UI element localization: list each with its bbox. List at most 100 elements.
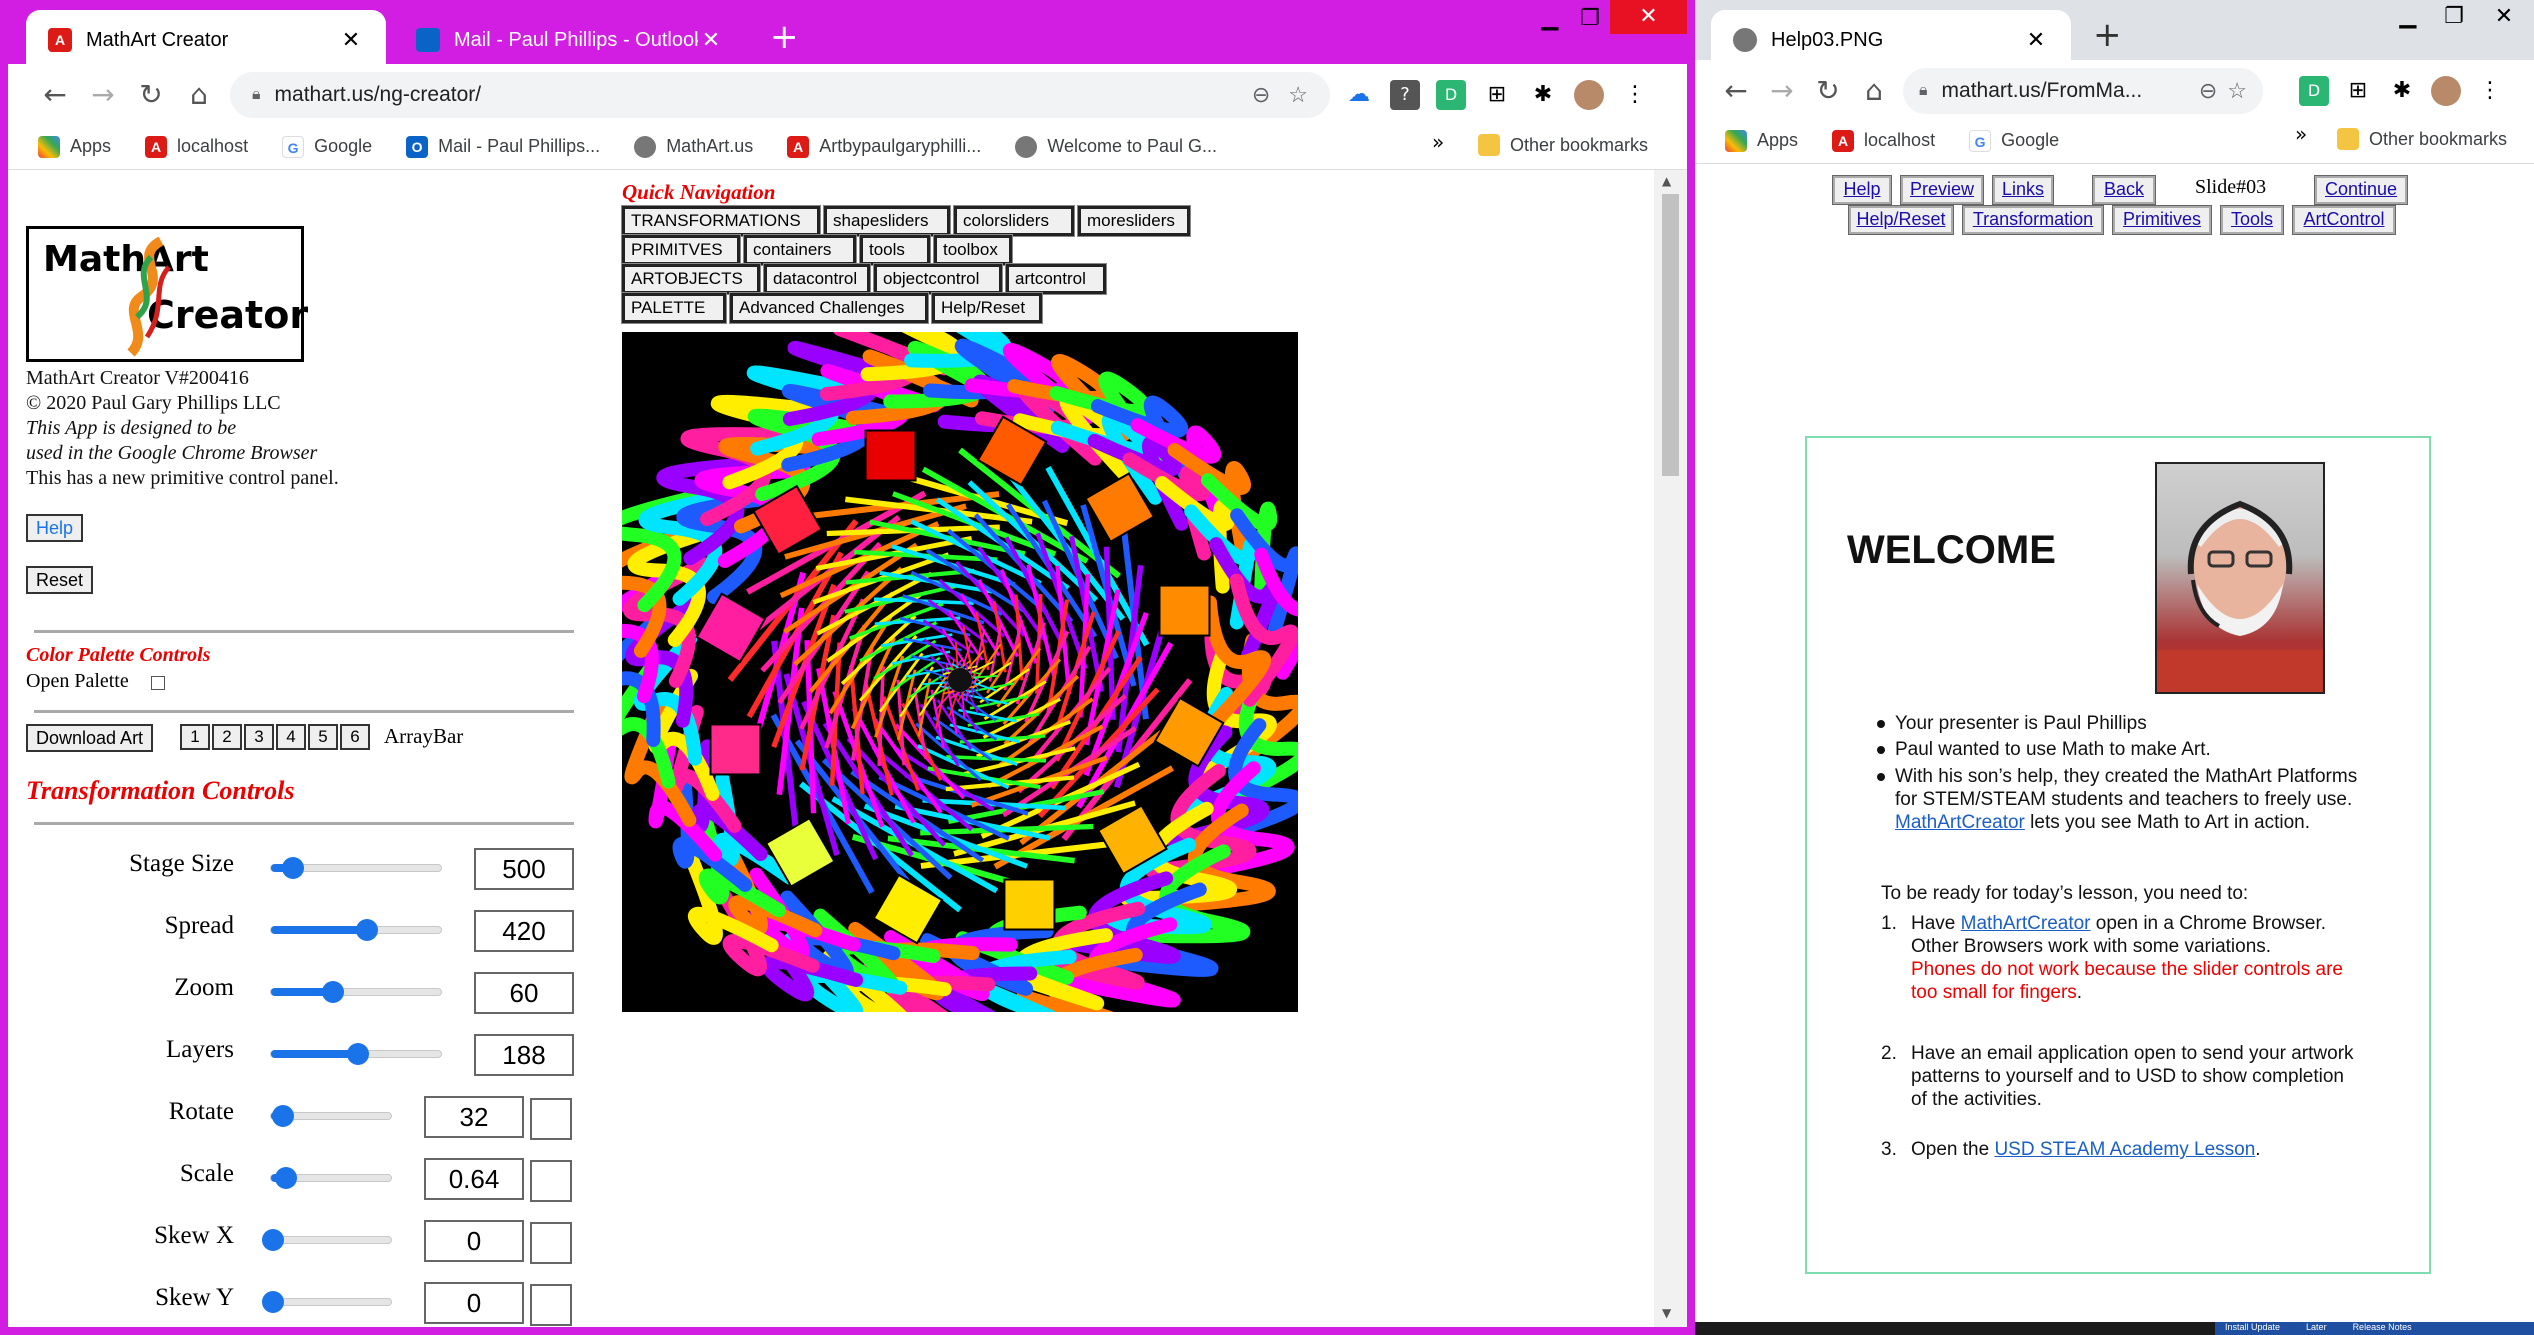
close-window-button[interactable]: ✕ [1610, 0, 1687, 34]
bookmark-artbypaul[interactable]: A Artbypaulgaryphilli... [787, 135, 981, 158]
quick-nav-button[interactable]: colorsliders [953, 205, 1075, 237]
bookmark-localhost[interactable]: Alocalhost [1832, 129, 1935, 152]
mathartcreator-link[interactable]: MathArtCreator [1895, 812, 2025, 833]
scroll-down-icon[interactable]: ▼ [1662, 1306, 1671, 1320]
slider-extra-input[interactable] [530, 1222, 572, 1264]
d-extension-icon[interactable]: D [2299, 76, 2329, 106]
tab-mathart-creator[interactable]: A MathArt Creator ✕ [26, 10, 386, 70]
maximize-button[interactable]: ❐ [1570, 2, 1610, 36]
slider-track[interactable] [270, 1105, 392, 1127]
maximize-button[interactable]: ❐ [2431, 0, 2477, 34]
capture-extension-icon[interactable]: ⊞ [2343, 76, 2373, 106]
address-bar[interactable]: 🔒︎ mathart.us/FromMa... ⊖ ☆ [1903, 68, 2263, 114]
zoom-icon[interactable]: ⊖ [1252, 82, 1270, 108]
scrollbar-thumb[interactable] [1662, 194, 1679, 476]
link-help[interactable]: Help [1832, 175, 1892, 205]
link-back[interactable]: Back [2092, 175, 2156, 205]
slider-thumb[interactable] [275, 1167, 298, 1189]
quick-nav-button[interactable]: PALETTE [621, 292, 727, 324]
slider-extra-input[interactable] [530, 1160, 572, 1202]
quick-nav-button[interactable]: objectcontrol [873, 263, 1003, 295]
quick-nav-button[interactable]: shapesliders [823, 205, 951, 237]
bookmark-localhost[interactable]: Alocalhost [145, 135, 248, 158]
slider-track[interactable] [270, 1043, 442, 1065]
mathartcreator-link[interactable]: MathArtCreator [1961, 913, 2091, 934]
other-bookmarks[interactable]: Other bookmarks [2337, 128, 2507, 150]
slider-value-input[interactable]: 0 [424, 1220, 524, 1262]
link-primitives[interactable]: Primitives [2112, 205, 2212, 235]
back-arrow-icon[interactable]: ← [1719, 74, 1753, 108]
quick-nav-button[interactable]: tools [859, 234, 931, 266]
quick-nav-button[interactable]: moresliders [1077, 205, 1191, 237]
star-icon[interactable]: ☆ [2227, 78, 2247, 104]
slider-value-input[interactable]: 420 [474, 910, 574, 952]
link-artcontrol[interactable]: ArtControl [2292, 205, 2396, 235]
tab-outlook-mail[interactable]: Mail - Paul Phillips - Outlook ✕ [394, 10, 746, 70]
slider-value-input[interactable]: 60 [474, 972, 574, 1014]
slider-extra-input[interactable] [530, 1284, 572, 1326]
home-icon[interactable]: ⌂ [1857, 74, 1891, 108]
slider-value-input[interactable]: 0 [424, 1282, 524, 1324]
other-bookmarks[interactable]: Other bookmarks [1478, 134, 1648, 156]
forward-arrow-icon[interactable]: → [1765, 74, 1799, 108]
art-canvas[interactable] [622, 332, 1298, 1012]
slider-value-input[interactable]: 32 [424, 1096, 524, 1138]
profile-avatar[interactable] [1574, 80, 1604, 110]
star-icon[interactable]: ☆ [1288, 82, 1308, 108]
link-tools[interactable]: Tools [2220, 205, 2284, 235]
quick-nav-button[interactable]: Help/Reset [931, 292, 1043, 324]
extensions-puzzle-icon[interactable]: ✱ [1528, 80, 1558, 110]
extensions-puzzle-icon[interactable]: ✱ [2387, 76, 2417, 106]
scroll-up-icon[interactable]: ▲ [1662, 174, 1671, 188]
slider-track[interactable] [262, 1229, 392, 1251]
bookmarks-overflow[interactable]: » [2295, 122, 2307, 146]
slider-thumb[interactable] [347, 1043, 369, 1065]
quick-nav-button[interactable]: PRIMITVES [621, 234, 741, 266]
close-tab-icon[interactable]: ✕ [338, 27, 364, 53]
bookmarks-overflow[interactable]: » [1432, 130, 1444, 154]
close-tab-icon[interactable]: ✕ [2023, 27, 2049, 53]
home-icon[interactable]: ⌂ [182, 78, 216, 112]
bookmark-apps[interactable]: Apps [1725, 129, 1798, 152]
cloud-extension-icon[interactable]: ☁ [1344, 80, 1374, 110]
slider-track[interactable] [262, 1291, 392, 1313]
page-scrollbar[interactable]: ▲ ▼ [1654, 170, 1687, 1327]
bookmark-apps[interactable]: Apps [38, 135, 111, 158]
slider-thumb[interactable] [282, 857, 305, 879]
slider-thumb[interactable] [262, 1291, 284, 1313]
capture-extension-icon[interactable]: ⊞ [1482, 80, 1512, 110]
back-arrow-icon[interactable]: ← [38, 78, 72, 112]
new-tab-button[interactable]: + [2093, 18, 2122, 52]
slider-track[interactable] [270, 1167, 392, 1189]
new-tab-button[interactable]: + [770, 20, 799, 54]
update-notification[interactable]: Install Update Later Release Notes [2215, 1322, 2534, 1335]
slider-track[interactable] [270, 857, 442, 879]
slider-value-input[interactable]: 188 [474, 1034, 574, 1076]
link-continue[interactable]: Continue [2314, 175, 2408, 205]
close-tab-icon[interactable]: ✕ [698, 27, 724, 53]
quick-nav-button[interactable]: Advanced Challenges [729, 292, 929, 324]
quick-nav-button[interactable]: containers [743, 234, 857, 266]
profile-avatar[interactable] [2431, 76, 2461, 106]
quick-nav-button[interactable]: ARTOBJECTS [621, 263, 761, 295]
reload-icon[interactable]: ↻ [1811, 74, 1845, 108]
usd-steam-lesson-link[interactable]: USD STEAM Academy Lesson [1994, 1139, 2255, 1160]
reload-icon[interactable]: ↻ [134, 78, 168, 112]
slider-value-input[interactable]: 0.64 [424, 1158, 524, 1200]
slider-value-input[interactable]: 500 [474, 848, 574, 890]
help-extension-icon[interactable]: ? [1390, 80, 1420, 110]
bookmark-mail[interactable]: O Mail - Paul Phillips... [406, 135, 600, 158]
minimize-button[interactable]: ▁ [1530, 2, 1570, 36]
bookmark-google[interactable]: G Google [1969, 129, 2059, 152]
quick-nav-button[interactable]: datacontrol [763, 263, 871, 295]
bookmark-mathart[interactable]: MathArt.us [634, 135, 753, 158]
menu-kebab-icon[interactable]: ⋮ [1620, 80, 1650, 110]
zoom-icon[interactable]: ⊖ [2199, 78, 2217, 104]
address-bar[interactable]: 🔒︎ mathart.us/ng-creator/ ⊖ ☆ [230, 72, 1330, 118]
quick-nav-button[interactable]: TRANSFORMATIONS [621, 205, 821, 237]
close-window-button[interactable]: ✕ [2477, 0, 2531, 34]
menu-kebab-icon[interactable]: ⋮ [2475, 76, 2505, 106]
link-links[interactable]: Links [1992, 175, 2054, 205]
slider-thumb[interactable] [355, 919, 378, 941]
minimize-button[interactable]: ▁ [2385, 0, 2431, 34]
